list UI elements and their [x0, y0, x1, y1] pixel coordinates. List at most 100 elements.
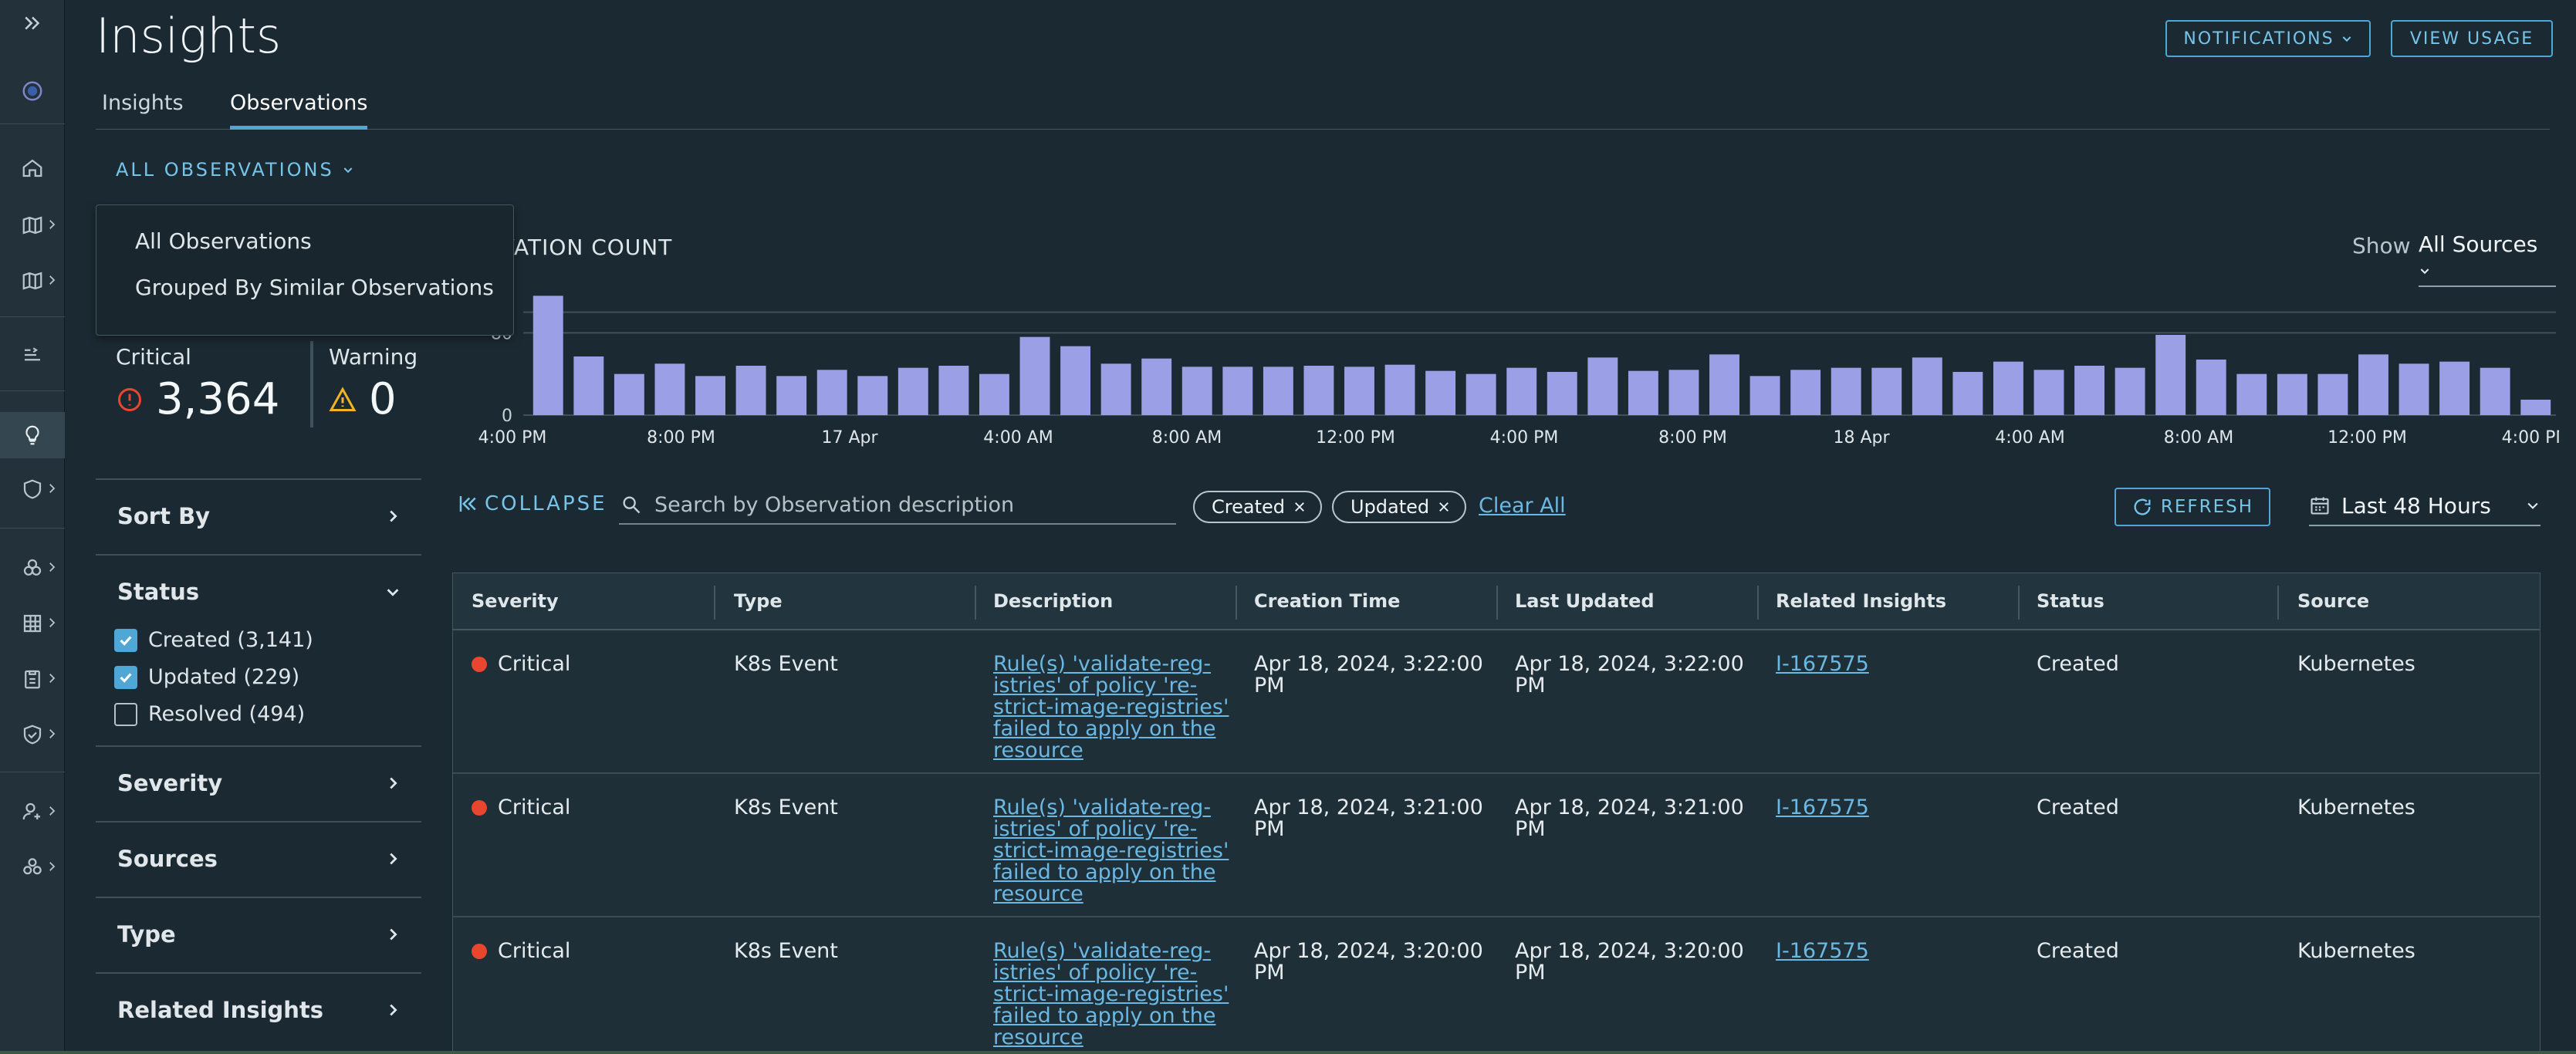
column-header-severity[interactable]: Severity — [472, 590, 559, 612]
status-option-updated[interactable]: Updated (229) — [114, 665, 299, 689]
chart-bar — [2480, 367, 2510, 415]
chart-bar — [2115, 367, 2145, 415]
view-usage-button[interactable]: VIEW USAGE — [2391, 20, 2553, 57]
description-link[interactable]: Rule(s) 'validate-reg-istries' of policy… — [993, 941, 1229, 1049]
source-cell: Kubernetes — [2297, 796, 2415, 819]
critical-dot-icon — [472, 800, 487, 816]
clipboard-icon[interactable] — [0, 656, 65, 702]
sources-section[interactable]: Sources — [96, 821, 421, 895]
user-settings-icon[interactable] — [0, 789, 65, 835]
chart-bar — [1831, 367, 1861, 415]
shield-icon[interactable] — [0, 466, 65, 512]
chevron-right-icon — [390, 928, 397, 941]
chart-bar — [735, 366, 766, 415]
clusters-icon[interactable] — [0, 545, 65, 591]
status-label: Status — [117, 579, 200, 605]
chart-bar — [1060, 346, 1091, 415]
time-range-select[interactable]: Last 48 Hours — [2309, 486, 2541, 526]
map-alt-icon[interactable] — [0, 258, 65, 304]
related-insight-link[interactable]: I-167575 — [1776, 654, 1869, 675]
close-icon[interactable] — [1437, 500, 1451, 514]
column-header-status[interactable]: Status — [2037, 590, 2104, 612]
observations-view-select[interactable]: ALL OBSERVATIONS — [116, 159, 354, 181]
list-filter-icon[interactable] — [0, 332, 65, 378]
chart-bar — [2033, 370, 2064, 415]
table-row[interactable]: Critical K8s Event Rule(s) 'validate-reg… — [453, 917, 2540, 1054]
search-field[interactable] — [619, 486, 1176, 525]
status-cell: Created — [2037, 796, 2119, 819]
calendar-icon — [2311, 497, 2329, 515]
related-insights-section[interactable]: Related Insights — [96, 972, 421, 1046]
shield-check-icon[interactable] — [0, 711, 65, 758]
chart-bar — [1912, 357, 1942, 415]
check-icon — [120, 635, 132, 646]
chevron-right-icon — [49, 862, 56, 871]
grid-icon[interactable] — [0, 600, 65, 647]
chevron-right-icon — [49, 806, 56, 816]
column-header-creation-time[interactable]: Creation Time — [1254, 590, 1400, 612]
description-link[interactable]: Rule(s) 'validate-reg-istries' of policy… — [993, 797, 1229, 905]
column-header-source[interactable]: Source — [2297, 590, 2369, 612]
status-option-resolved[interactable]: Resolved (494) — [114, 702, 305, 726]
source-select[interactable]: All Sources — [2419, 231, 2556, 287]
menu-item-grouped-observations[interactable]: Grouped By Similar Observations — [135, 275, 494, 300]
x-tick-label: 4:00 AM — [983, 428, 1053, 448]
chevron-right-icon — [49, 674, 56, 683]
collapse-button[interactable]: COLLAPSE — [457, 492, 607, 515]
status-option-label: Resolved (494) — [148, 702, 306, 726]
notifications-label: NOTIFICATIONS — [2183, 29, 2334, 49]
tab-insights[interactable]: Insights — [102, 91, 184, 126]
source-select-value: All Sources — [2419, 231, 2538, 257]
close-icon[interactable] — [1293, 500, 1307, 514]
warning-label: Warning — [329, 344, 418, 370]
warning-count: 0 — [369, 374, 397, 424]
sort-by-section[interactable]: Sort By — [96, 478, 421, 552]
x-tick-label: 4:00 AM — [1995, 428, 2064, 448]
filter-chip-updated[interactable]: Updated — [1332, 491, 1467, 523]
lightbulb-icon[interactable] — [0, 412, 65, 458]
tab-bar: Insights Observations — [96, 86, 2550, 130]
type-section[interactable]: Type — [96, 897, 421, 971]
chevron-right-icon — [49, 618, 56, 627]
notifications-button[interactable]: NOTIFICATIONS — [2165, 20, 2371, 57]
map-icon[interactable] — [0, 202, 65, 248]
type-label: Type — [117, 921, 176, 948]
chart-bar — [1019, 336, 1050, 415]
refresh-button[interactable]: REFRESH — [2115, 488, 2270, 526]
home-icon[interactable] — [0, 145, 65, 191]
integrations-icon[interactable] — [0, 844, 65, 890]
related-insight-link[interactable]: I-167575 — [1776, 797, 1869, 819]
bar-chart-svg: 0801004:00 PM8:00 PM17 Apr4:00 AM8:00 AM… — [478, 296, 2570, 448]
refresh-icon — [2134, 498, 2151, 515]
table-row[interactable]: Critical K8s Event Rule(s) 'validate-reg… — [453, 774, 2540, 917]
column-header-last-updated[interactable]: Last Updated — [1515, 590, 1655, 612]
chart-bar — [979, 373, 1009, 415]
checkbox[interactable] — [114, 665, 137, 689]
critical-count-card[interactable]: Critical 3,364 — [116, 344, 279, 429]
column-header-related-insights[interactable]: Related Insights — [1776, 590, 1946, 612]
status-option-label: Updated (229) — [148, 665, 300, 689]
tab-observations[interactable]: Observations — [230, 91, 368, 130]
table-row[interactable]: Critical K8s Event Rule(s) 'validate-reg… — [453, 630, 2540, 774]
chart-bar — [2520, 400, 2551, 415]
menu-item-all-observations[interactable]: All Observations — [135, 228, 312, 254]
checkbox[interactable] — [114, 628, 137, 652]
clear-all-link[interactable]: Clear All — [1479, 494, 1566, 518]
chart-bar — [1303, 366, 1334, 415]
checkbox[interactable] — [114, 702, 137, 726]
expand-nav-icon[interactable] — [0, 0, 65, 46]
critical-dot-icon — [472, 657, 487, 672]
chart-bar — [1709, 354, 1739, 415]
related-insight-link[interactable]: I-167575 — [1776, 941, 1869, 962]
search-input[interactable] — [654, 492, 1148, 517]
description-link[interactable]: Rule(s) 'validate-reg-istries' of policy… — [993, 654, 1229, 762]
column-header-description[interactable]: Description — [993, 590, 1113, 612]
warning-count-card[interactable]: Warning 0 — [329, 344, 418, 429]
column-header-type[interactable]: Type — [734, 590, 783, 612]
status-section[interactable]: Status — [96, 554, 421, 628]
severity-section[interactable]: Severity — [96, 745, 421, 819]
chart-bar — [2399, 363, 2429, 415]
app-logo-icon[interactable] — [0, 68, 65, 114]
status-option-created[interactable]: Created (3,141) — [114, 628, 313, 652]
filter-chip-created[interactable]: Created — [1193, 491, 1322, 523]
